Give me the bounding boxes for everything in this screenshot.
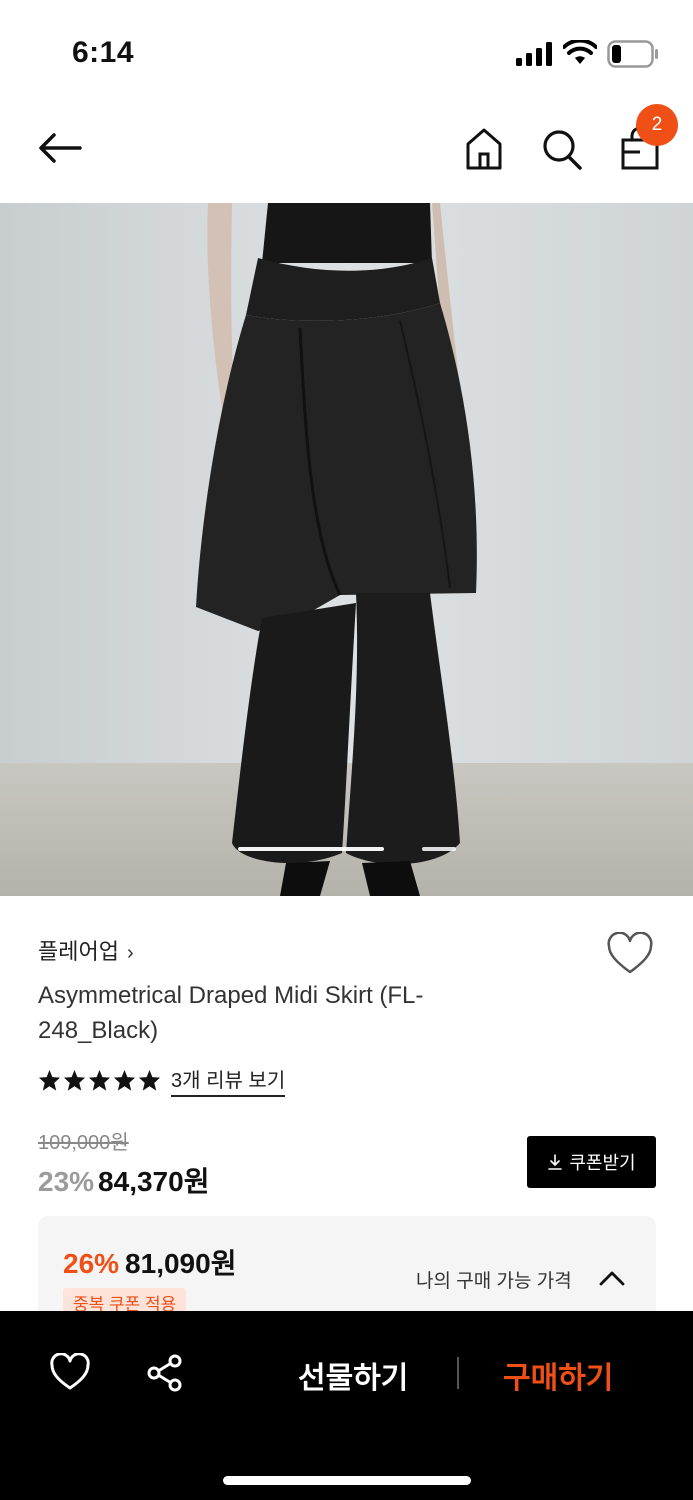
status-time: 6:14 (72, 36, 135, 69)
product-photo (0, 203, 693, 896)
share-icon[interactable] (145, 1353, 185, 1393)
image-pager-indicator-active (238, 847, 384, 851)
top-nav-bar (0, 100, 693, 203)
brand-link[interactable]: 플레어업 › (38, 934, 134, 966)
star-icon (38, 1069, 61, 1091)
gift-button[interactable]: 선물하기 (298, 1353, 408, 1397)
divider (457, 1357, 459, 1389)
wifi-icon (563, 40, 597, 64)
brand-name: 플레어업 (38, 939, 119, 964)
star-icon (88, 1069, 111, 1091)
rating-row: 3개 리뷰 보기 (38, 1064, 286, 1097)
sale-price-row: 23% 84,370원 (38, 1160, 209, 1200)
sale-price: 84,370원 (98, 1166, 210, 1197)
best-discount-rate: 26% (63, 1248, 120, 1279)
product-title: Asymmetrical Draped Midi Skirt (FL-248_B… (38, 982, 424, 1044)
bottom-action-bar: 선물하기 구매하기 (0, 1311, 693, 1500)
buy-button[interactable]: 구매하기 (503, 1353, 613, 1397)
best-price: 81,090원 (125, 1248, 237, 1279)
search-icon[interactable] (540, 126, 584, 172)
original-price: 109,000원 (38, 1132, 129, 1154)
star-icon (113, 1069, 136, 1091)
home-icon[interactable] (462, 126, 506, 172)
cart-count-badge: 2 (636, 104, 678, 146)
my-price-label: 나의 구매 가능 가격 (416, 1271, 572, 1292)
star-rating (38, 1069, 161, 1092)
heart-icon[interactable] (50, 1353, 90, 1391)
chevron-up-icon[interactable] (598, 1268, 626, 1288)
download-icon (548, 1154, 563, 1170)
chevron-right-icon: › (126, 942, 134, 964)
status-bar: 6:14 (0, 0, 693, 100)
discount-rate: 23% (38, 1166, 95, 1197)
best-price-row: 26% 81,090원 (63, 1242, 236, 1282)
star-icon (138, 1069, 161, 1091)
cellular-signal-icon (516, 42, 552, 66)
product-image[interactable] (0, 203, 693, 896)
star-icon (63, 1069, 86, 1091)
battery-icon (607, 40, 658, 68)
download-coupon-button[interactable]: 쿠폰받기 (527, 1136, 656, 1188)
back-arrow-icon[interactable] (36, 128, 84, 168)
home-indicator (223, 1476, 471, 1485)
image-pager-indicator (422, 847, 456, 851)
coupon-button-label: 쿠폰받기 (569, 1153, 636, 1173)
review-link[interactable]: 3개 리뷰 보기 (171, 1064, 286, 1097)
heart-icon[interactable] (606, 932, 654, 976)
